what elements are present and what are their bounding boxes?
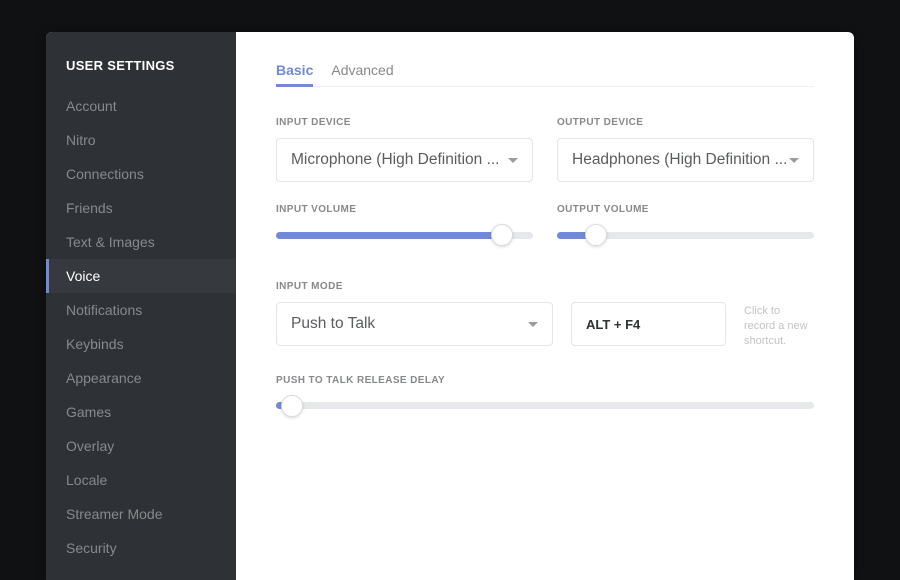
sidebar-item-label: Appearance [66,370,142,386]
output-volume-slider[interactable] [557,225,814,245]
sidebar-item-label: Voice [66,268,100,284]
chevron-down-icon [508,158,518,163]
output-volume-label: OUTPUT VOLUME [557,204,814,215]
sidebar-item-label: Games [66,404,111,420]
input-device-label: INPUT DEVICE [276,117,533,128]
sidebar-item-nitro[interactable]: Nitro [46,123,236,157]
release-delay-slider[interactable] [276,396,814,416]
shortcut-value: ALT + F4 [586,317,640,332]
content-panel: Basic Advanced INPUT DEVICE Microphone (… [236,32,854,580]
input-volume-label: INPUT VOLUME [276,204,533,215]
sidebar-item-label: Overlay [66,438,114,454]
tabs: Basic Advanced [276,56,814,87]
sidebar-item-overlay[interactable]: Overlay [46,429,236,463]
sidebar-item-appearance[interactable]: Appearance [46,361,236,395]
shortcut-field[interactable]: ALT + F4 [571,302,726,346]
sidebar-item-games[interactable]: Games [46,395,236,429]
sidebar-item-streamer-mode[interactable]: Streamer Mode [46,497,236,531]
sidebar-item-connections[interactable]: Connections [46,157,236,191]
input-mode-select[interactable]: Push to Talk [276,302,553,346]
sidebar-item-label: Security [66,540,117,556]
chevron-down-icon [528,322,538,327]
sidebar-item-label: Account [66,98,117,114]
sidebar-item-label: Text & Images [66,234,155,250]
input-volume-fill [276,232,502,239]
sidebar-item-account[interactable]: Account [46,89,236,123]
sidebar-item-label: Friends [66,200,113,216]
output-device-value: Headphones (High Definition ... [572,151,787,169]
output-device-label: OUTPUT DEVICE [557,117,814,128]
sidebar-item-label: Locale [66,472,107,488]
output-volume-thumb[interactable] [585,224,607,246]
sidebar-item-notifications[interactable]: Notifications [46,293,236,327]
sidebar-item-voice[interactable]: Voice [46,259,236,293]
tab-advanced[interactable]: Advanced [331,56,393,86]
release-delay-thumb[interactable] [281,395,303,417]
output-device-select[interactable]: Headphones (High Definition ... [557,138,814,182]
shortcut-hint: Click to record a new shortcut. [744,302,814,349]
settings-window: USER SETTINGS Account Nitro Connections … [46,32,854,580]
input-volume-thumb[interactable] [491,224,513,246]
sidebar-item-label: Notifications [66,302,142,318]
sidebar-title: USER SETTINGS [46,58,236,89]
sidebar-item-locale[interactable]: Locale [46,463,236,497]
input-mode-label: INPUT MODE [276,281,814,292]
input-device-value: Microphone (High Definition ... [291,151,500,169]
sidebar-item-text-images[interactable]: Text & Images [46,225,236,259]
sidebar-item-label: Streamer Mode [66,506,162,522]
sidebar-item-label: Keybinds [66,336,124,352]
input-volume-slider[interactable] [276,225,533,245]
sidebar-item-label: Connections [66,166,144,182]
chevron-down-icon [789,158,799,163]
sidebar-item-keybinds[interactable]: Keybinds [46,327,236,361]
sidebar-item-friends[interactable]: Friends [46,191,236,225]
sidebar-item-security[interactable]: Security [46,531,236,565]
input-mode-value: Push to Talk [291,315,375,333]
sidebar-item-label: Nitro [66,132,96,148]
sidebar: USER SETTINGS Account Nitro Connections … [46,32,236,580]
input-device-select[interactable]: Microphone (High Definition ... [276,138,533,182]
release-delay-label: PUSH TO TALK RELEASE DELAY [276,375,814,386]
tab-basic[interactable]: Basic [276,56,313,87]
